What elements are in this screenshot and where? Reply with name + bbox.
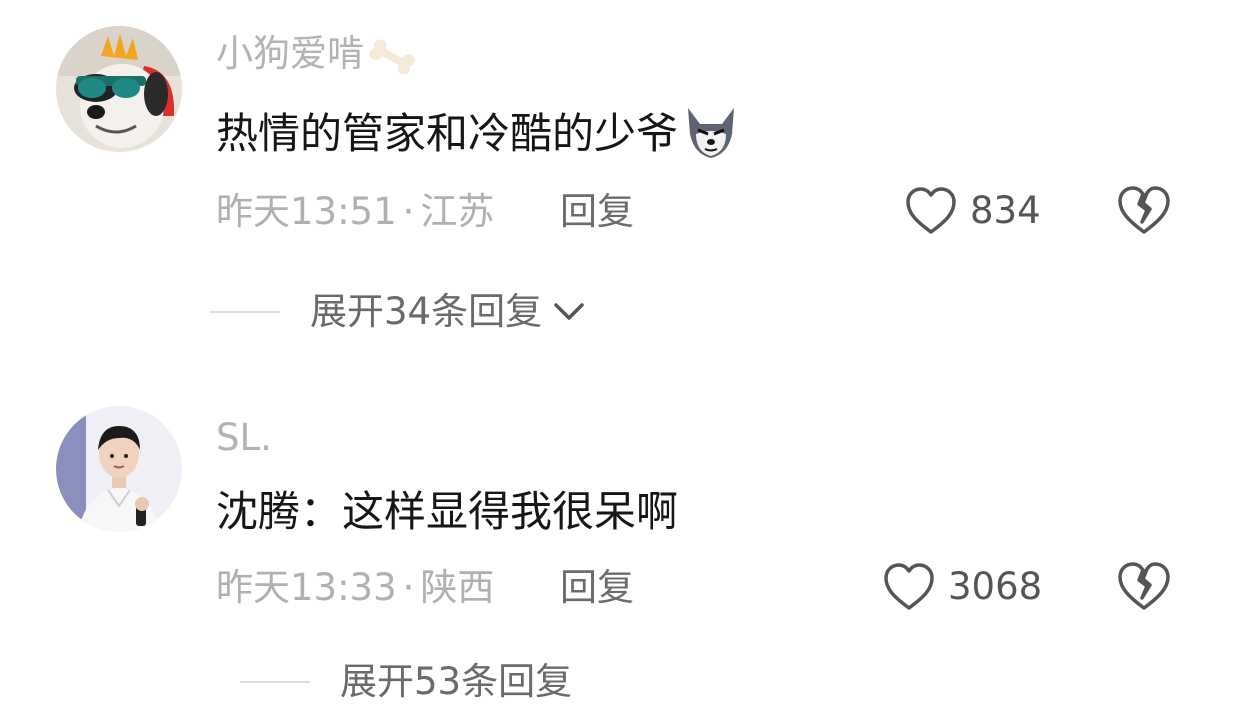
user-avatar[interactable] <box>56 406 182 532</box>
comment-meta: 昨天13:33 · 陕西 <box>216 566 494 610</box>
heart-icon <box>882 562 936 612</box>
expand-replies-button[interactable]: 展开34条回复 <box>210 290 586 334</box>
comment-username[interactable]: SL. <box>216 416 272 460</box>
username-text: 小狗爱啃 <box>216 32 364 75</box>
comment-item: 小狗爱啃 热情的管家和冷酷的少爷 昨天13:51 · 江苏 回复 834 展开34条… <box>0 0 1240 360</box>
dislike-button[interactable] <box>1116 560 1172 612</box>
like-count: 3068 <box>948 565 1043 608</box>
expand-replies-label: 展开53条回复 <box>340 660 573 703</box>
comment-location: 陕西 <box>420 566 495 609</box>
meta-separator: · <box>402 190 415 233</box>
user-avatar[interactable] <box>56 26 182 152</box>
like-button[interactable]: 3068 <box>882 562 1042 612</box>
avatar-person-image <box>56 406 182 532</box>
comment-item: SL. 沈腾：这样显得我很呆啊 昨天13:33 · 陕西 回复 3068 展开53条… <box>0 360 1240 703</box>
like-button[interactable]: 834 <box>904 186 1041 236</box>
comment-username[interactable]: 小狗爱啃 <box>216 32 418 84</box>
bone-icon <box>366 40 418 83</box>
comment-text-content: 热情的管家和冷酷的少爷 <box>216 109 679 158</box>
reply-button[interactable]: 回复 <box>560 566 634 610</box>
comment-time: 昨天13:33 <box>216 566 397 609</box>
heart-icon <box>904 186 958 236</box>
wolf-face-icon <box>680 108 742 170</box>
reply-button[interactable]: 回复 <box>560 190 634 234</box>
chevron-down-icon <box>542 301 586 323</box>
comment-text-content: 沈腾：这样显得我很呆啊 <box>216 487 679 536</box>
comment-text: 沈腾：这样显得我很呆啊 <box>216 486 678 538</box>
comment-meta: 昨天13:51 · 江苏 <box>216 190 494 234</box>
comment-text: 热情的管家和冷酷的少爷 <box>216 104 742 172</box>
dislike-button[interactable] <box>1116 184 1172 236</box>
avatar-dog-image <box>56 26 182 152</box>
username-text: SL. <box>216 416 272 459</box>
comment-time: 昨天13:51 <box>216 190 397 233</box>
expand-replies-button[interactable]: 展开53条回复 <box>240 660 572 704</box>
like-count: 834 <box>970 189 1041 232</box>
expand-divider-line <box>240 681 310 683</box>
expand-replies-label: 展开34条回复 <box>310 290 543 333</box>
broken-heart-icon <box>1116 184 1172 236</box>
expand-divider-line <box>210 311 280 313</box>
comment-location: 江苏 <box>420 190 495 233</box>
broken-heart-icon <box>1116 560 1172 612</box>
meta-separator: · <box>402 566 415 609</box>
